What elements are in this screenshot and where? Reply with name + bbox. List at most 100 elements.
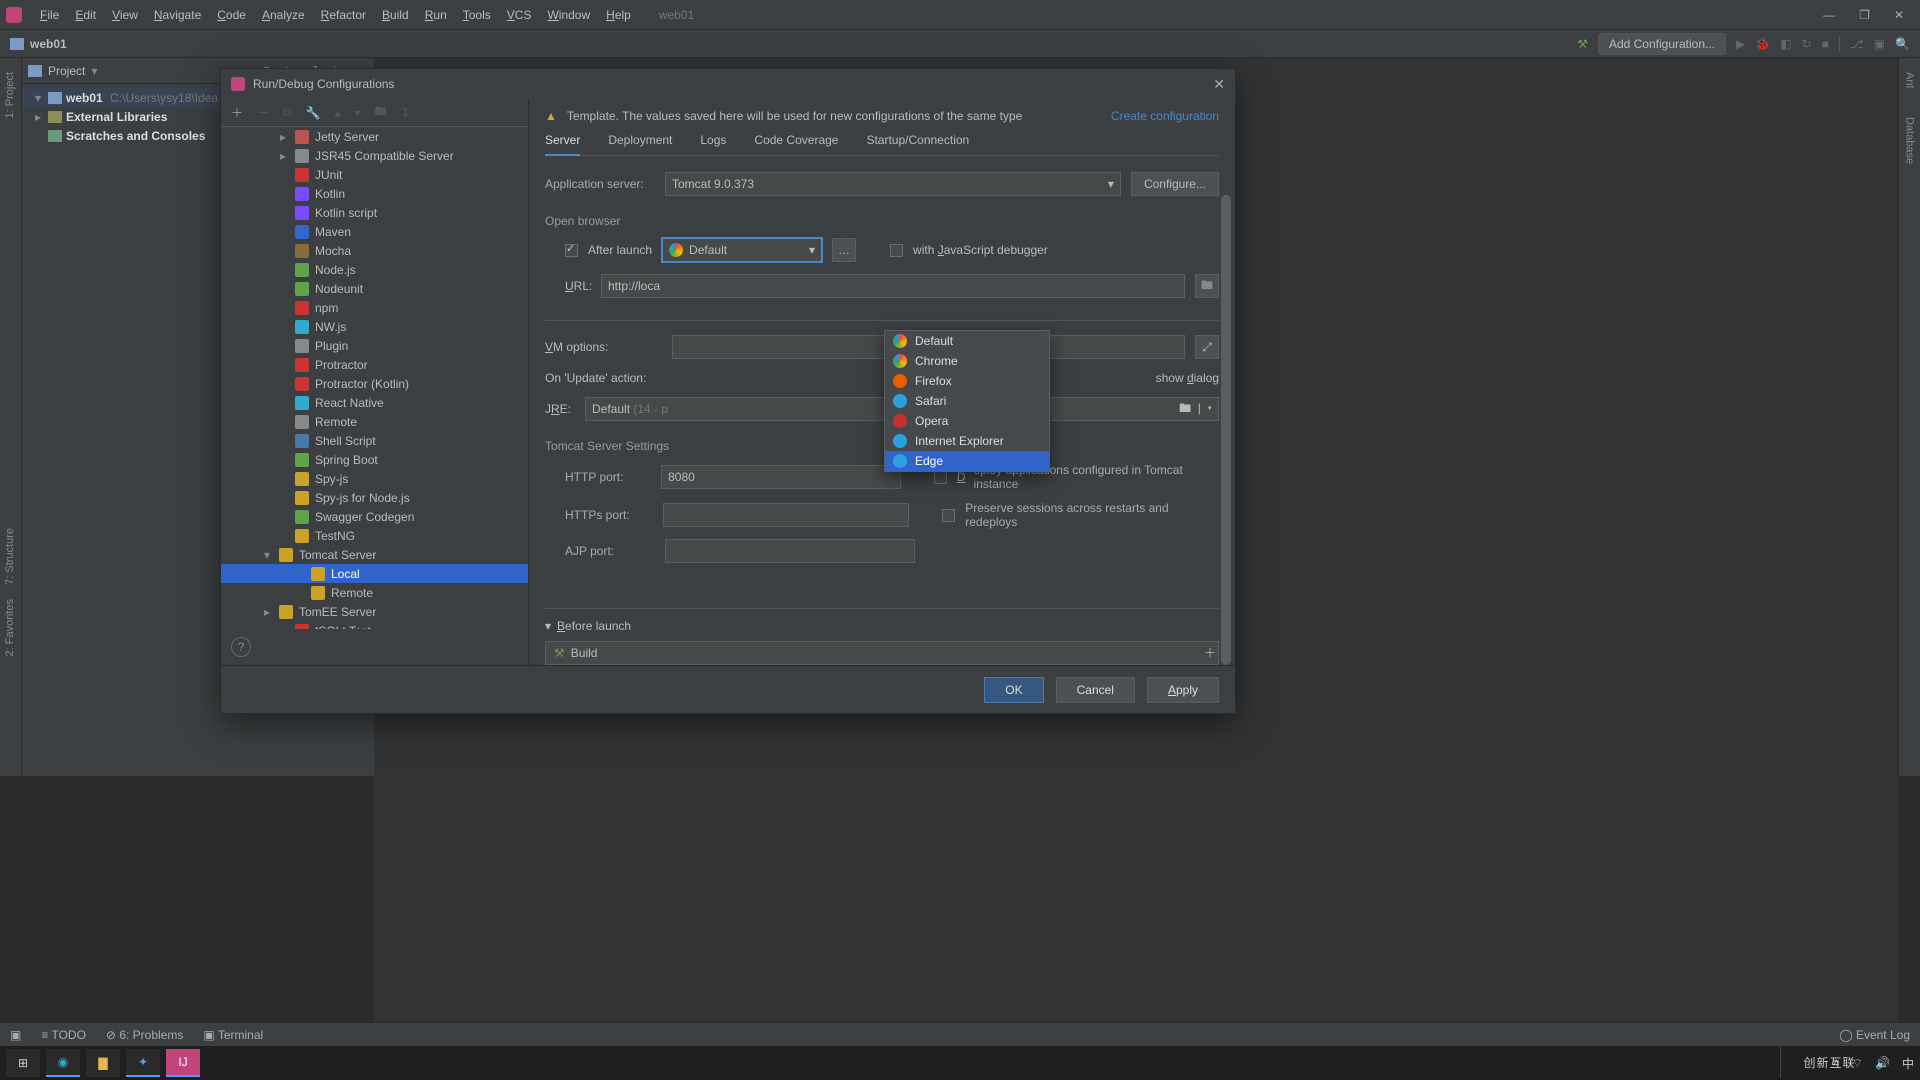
add-configuration-button[interactable]: Add Configuration... [1598,33,1726,55]
cancel-button[interactable]: Cancel [1056,677,1135,703]
wrench-icon[interactable]: 🔧 [306,106,321,120]
config-type-tomcat-server[interactable]: ▾Tomcat Server [221,545,528,564]
configure-button[interactable]: Configure... [1131,172,1219,196]
browser-option-edge[interactable]: Edge [885,451,1049,471]
url-input[interactable] [601,274,1185,298]
config-type-nw-js[interactable]: NW.js [221,317,528,336]
sort-icon[interactable]: ↧ [401,106,411,120]
browser-option-internet-explorer[interactable]: Internet Explorer [885,431,1049,451]
browser-more-button[interactable]: … [832,238,856,262]
menu-edit[interactable]: Edit [67,4,104,26]
browser-select[interactable]: Default ▾ [662,238,822,262]
config-type-remote[interactable]: Remote [221,583,528,602]
explorer-taskbar-icon[interactable]: ▇ [86,1049,120,1077]
http-port-input[interactable] [661,465,901,489]
app-taskbar-icon[interactable]: ✦ [126,1049,160,1077]
volume-icon[interactable]: 🔊 [1875,1056,1890,1070]
ide-settings-icon[interactable]: ▣ [1874,37,1885,51]
menu-window[interactable]: Window [539,4,598,26]
intellij-taskbar-icon[interactable]: IJ [166,1049,200,1077]
config-type-kotlin[interactable]: Kotlin [221,184,528,203]
ok-button[interactable]: OK [984,677,1043,703]
config-type-spring-boot[interactable]: Spring Boot [221,450,528,469]
tab-startup-connection[interactable]: Startup/Connection [866,133,969,147]
tab-logs[interactable]: Logs [700,133,726,147]
config-type-protractor-kotlin-[interactable]: Protractor (Kotlin) [221,374,528,393]
menu-vcs[interactable]: VCS [499,4,540,26]
config-type-shell-script[interactable]: Shell Script [221,431,528,450]
config-type-jetty-server[interactable]: ▸Jetty Server [221,127,528,146]
apply-button[interactable]: Apply [1147,677,1219,703]
todo-tool[interactable]: ≡ TODO [41,1028,86,1042]
profile-icon[interactable]: ↻ [1802,37,1812,51]
config-type-spy-js-for-node-js[interactable]: Spy-js for Node.js [221,488,528,507]
config-type-mocha[interactable]: Mocha [221,241,528,260]
config-type-node-js[interactable]: Node.js [221,260,528,279]
problems-tool[interactable]: ⊘ 6: Problems [106,1028,183,1042]
menu-view[interactable]: View [104,4,146,26]
help-icon[interactable]: ? [231,637,251,657]
menu-build[interactable]: Build [374,4,417,26]
config-type-maven[interactable]: Maven [221,222,528,241]
url-browse-button[interactable]: 🖿 [1195,274,1219,298]
config-type-npm[interactable]: npm [221,298,528,317]
coverage-icon[interactable]: ◧ [1780,37,1791,51]
browser-option-opera[interactable]: Opera [885,411,1049,431]
menu-file[interactable]: File [32,4,67,26]
dialog-close-icon[interactable]: ✕ [1213,76,1225,93]
tab-server[interactable]: Server [545,133,580,156]
add-task-icon[interactable]: ＋ [1204,644,1216,661]
project-tool-tab[interactable]: 1: Project [4,72,16,118]
menu-help[interactable]: Help [598,4,639,26]
after-launch-checkbox[interactable] [565,244,578,257]
maximize-icon[interactable]: ❐ [1859,8,1870,22]
config-type-junit[interactable]: JUnit [221,165,528,184]
ant-tool-tab[interactable]: Ant [1904,72,1916,89]
before-launch-list[interactable]: ⚒ Build ＋ － ✎ [545,641,1219,665]
remove-icon[interactable]: － [257,104,269,121]
search-icon[interactable]: 🔍 [1895,37,1910,51]
config-type-remote[interactable]: Remote [221,412,528,431]
preserve-sessions-checkbox[interactable] [942,509,955,522]
debug-icon[interactable]: 🐞 [1755,37,1770,51]
ajp-port-input[interactable] [665,539,915,563]
menu-refactor[interactable]: Refactor [313,4,374,26]
tab-deployment[interactable]: Deployment [608,133,672,147]
browser-option-default[interactable]: Default [885,331,1049,351]
dropdown-icon[interactable]: ▾ [91,64,97,78]
config-type-react-native[interactable]: React Native [221,393,528,412]
application-server-select[interactable]: Tomcat 9.0.373 ▾ [665,172,1121,196]
terminal-tool[interactable]: ▣ Terminal [203,1028,263,1042]
start-button[interactable]: ⊞ [6,1049,40,1077]
config-type-tsqlt-test[interactable]: tSQLt Test [221,621,528,629]
status-icon[interactable]: ▣ [10,1028,21,1042]
config-type-spy-js[interactable]: Spy-js [221,469,528,488]
config-type-jsr45-compatible-server[interactable]: ▸JSR45 Compatible Server [221,146,528,165]
ime-icon[interactable]: 中 [1902,1055,1914,1072]
js-debugger-checkbox[interactable] [890,244,903,257]
copy-icon[interactable]: ⧉ [283,105,292,120]
event-log-tool[interactable]: ◯ Event Log [1839,1028,1910,1042]
close-icon[interactable]: ✕ [1894,8,1904,22]
config-type-protractor[interactable]: Protractor [221,355,528,374]
config-type-kotlin-script[interactable]: Kotlin script [221,203,528,222]
menu-tools[interactable]: Tools [455,4,499,26]
folder-icon[interactable]: 🖿 [375,102,387,123]
chevron-down-icon[interactable]: ▾ [355,106,361,120]
create-configuration-link[interactable]: Create configuration [1111,109,1219,123]
config-type-nodeunit[interactable]: Nodeunit [221,279,528,298]
add-icon[interactable]: ＋ [231,104,243,121]
tab-code-coverage[interactable]: Code Coverage [754,133,838,147]
config-types-tree[interactable]: ▸Jetty Server▸JSR45 Compatible ServerJUn… [221,127,528,629]
config-type-testng[interactable]: TestNG [221,526,528,545]
browser-option-safari[interactable]: Safari [885,391,1049,411]
database-tool-tab[interactable]: Database [1904,117,1916,164]
config-type-tomee-server[interactable]: ▸TomEE Server [221,602,528,621]
before-launch-heading[interactable]: ▾ Before launch [545,619,1219,633]
git-icon[interactable]: ⎇ [1850,37,1864,51]
browser-option-firefox[interactable]: Firefox [885,371,1049,391]
https-port-input[interactable] [663,503,908,527]
minimize-icon[interactable]: — [1823,8,1835,22]
menu-analyze[interactable]: Analyze [254,4,313,26]
menu-code[interactable]: Code [209,4,254,26]
